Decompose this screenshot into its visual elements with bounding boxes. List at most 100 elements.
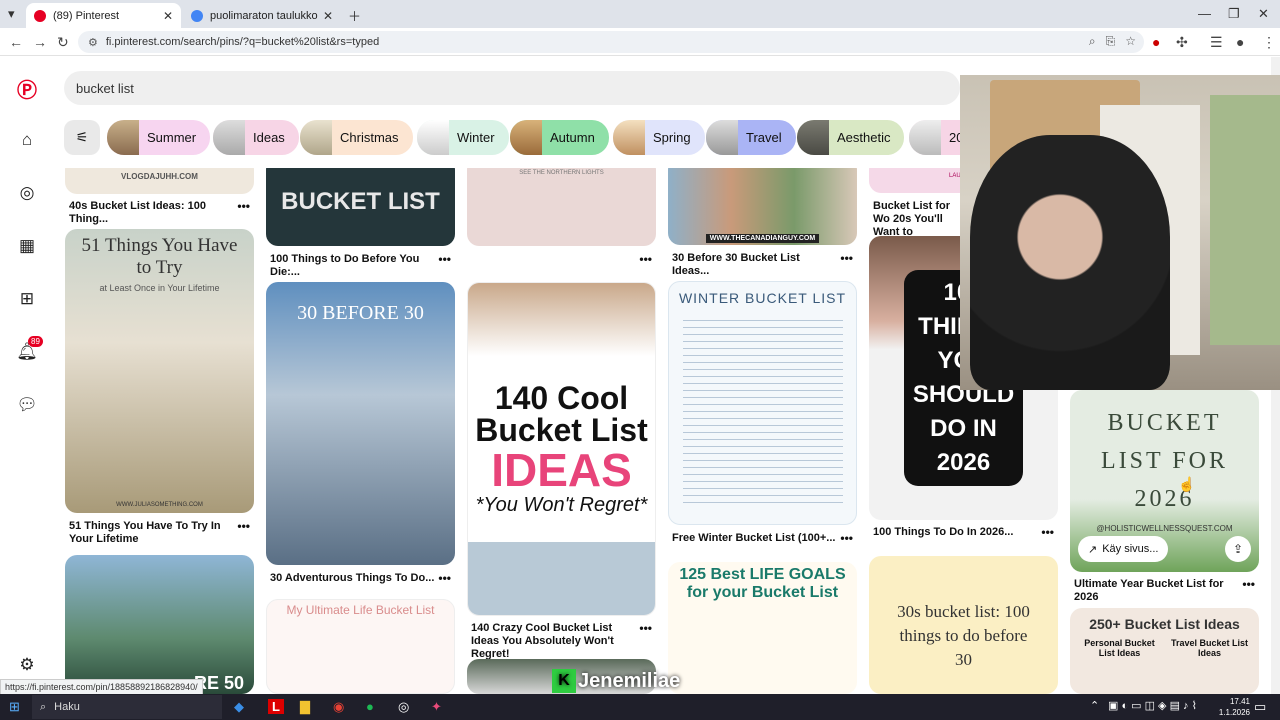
more-options-icon[interactable]: ••• (836, 252, 853, 278)
reading-list-icon[interactable]: ☰ (1210, 34, 1223, 51)
back-icon[interactable]: ← (9, 34, 23, 50)
spotify-icon[interactable]: ● (366, 699, 374, 714)
pin-image-text: 125 Best LIFE GOALS for your Bucket List (679, 566, 846, 601)
pin-card[interactable]: 30 BEFORE 30 (266, 282, 455, 565)
close-tab-icon[interactable]: ✕ (323, 9, 333, 23)
file-explorer-icon[interactable]: ▇ (300, 699, 310, 715)
pin-title: 40s Bucket List Ideas: 100 Thing... ••• (69, 199, 250, 226)
app-icon-2[interactable]: ✦ (431, 699, 442, 715)
pin-image-subtext: at Least Once in Your Lifetime (99, 283, 220, 293)
home-icon[interactable]: ⌂ (15, 128, 39, 152)
profile-avatar[interactable]: ● (1236, 34, 1244, 50)
site-info-icon[interactable]: ⚙ (88, 36, 98, 49)
pin-image-subtext-2: Travel Bucket List Ideas (1170, 638, 1249, 658)
pin-card[interactable]: 30s bucket list: 100 things to do before… (869, 556, 1058, 694)
chip-spring[interactable]: Spring (613, 120, 705, 155)
pin-card[interactable]: RE 50 (65, 555, 254, 694)
start-windows-icon[interactable]: ⊞ (9, 699, 20, 715)
chip-autumn[interactable]: Autumn (510, 120, 609, 155)
pinterest-logo-icon[interactable]: Ⓟ (15, 76, 39, 102)
pin-card[interactable]: BUCKET LIST (266, 168, 455, 246)
more-options-icon[interactable]: ••• (434, 572, 451, 585)
extension-red-icon[interactable]: ● (1152, 34, 1160, 50)
bookmark-star-icon[interactable]: ☆ (1125, 34, 1136, 49)
url-text: fi.pinterest.com/search/pins/?q=bucket%2… (105, 36, 380, 48)
zoom-icon[interactable]: ⌕ (1089, 34, 1096, 49)
pin-card[interactable]: 140 Cool Bucket List IDEAS *You Won't Re… (467, 282, 656, 616)
webcam-overlay (960, 75, 1280, 390)
pin-title: ••• (471, 253, 652, 266)
share-button[interactable]: ⇪ (1225, 536, 1251, 562)
chrome-icon[interactable]: ◉ (333, 699, 344, 715)
obs-icon[interactable]: ◎ (398, 699, 409, 715)
new-tab-icon[interactable]: ＋ (348, 6, 361, 25)
pin-card[interactable]: VLOGDAJUHH.COM (65, 168, 254, 194)
app-icon-l[interactable]: L (268, 699, 284, 714)
pin-image-big-text: IDEAS (491, 443, 632, 496)
pin-card[interactable]: 51 Things You Have to Try at Least Once … (65, 229, 254, 513)
filter-sliders-icon[interactable]: ⚟ (64, 120, 100, 155)
taskbar-search[interactable]: ⌕ Haku (32, 695, 222, 719)
chip-winter[interactable]: Winter (417, 120, 509, 155)
external-link-icon: ↗ (1088, 543, 1098, 556)
pin-card[interactable]: WWW.THECANADIANGUY.COM (668, 168, 857, 245)
tab-pinterest[interactable]: (89) Pinterest ✕ (26, 3, 181, 28)
chip-aesthetic[interactable]: Aesthetic (797, 120, 905, 155)
search-value: bucket list (76, 80, 134, 96)
tab-search-icon[interactable]: ▾ (8, 6, 15, 22)
minimize-icon[interactable]: — (1198, 6, 1211, 21)
pin-image-footer: @HOLISTICWELLNESSQUEST.COM (1096, 524, 1233, 533)
pin-image-subtext: *You Won't Regret* (475, 493, 648, 516)
chip-20[interactable]: 20 (909, 120, 960, 155)
pin-image-text: 250+ Bucket List Ideas (1089, 616, 1240, 632)
close-tab-icon[interactable]: ✕ (163, 9, 173, 23)
more-options-icon[interactable]: ••• (434, 253, 451, 279)
more-options-icon[interactable]: ••• (635, 253, 652, 266)
pin-image-text: WWW.THECANADIANGUY.COM (705, 234, 820, 243)
pin-image-subtext: Personal Bucket List Ideas (1084, 638, 1155, 658)
more-options-icon[interactable]: ••• (1037, 526, 1054, 539)
maximize-icon[interactable]: ❐ (1228, 6, 1240, 22)
search-input[interactable]: bucket list (64, 71, 960, 105)
more-options-icon[interactable]: ••• (635, 622, 652, 661)
close-window-icon[interactable]: ✕ (1258, 6, 1269, 22)
pin-image-text: 30s bucket list: 100 things to do before… (897, 602, 1030, 669)
more-options-icon[interactable]: ••• (1238, 578, 1255, 604)
chip-thumbnail (107, 120, 139, 155)
pin-card[interactable]: BUCKET LIST FOR 2026 @HOLISTICWELLNESSQU… (1070, 390, 1259, 572)
chip-travel[interactable]: Travel (706, 120, 796, 155)
pin-title: 140 Crazy Cool Bucket List Ideas You Abs… (471, 621, 652, 661)
pin-card[interactable]: SEE THE NORTHERN LIGHTS (467, 168, 656, 246)
google-favicon-icon (191, 9, 203, 22)
more-options-icon[interactable]: ••• (233, 520, 250, 546)
chip-summer[interactable]: Summer (107, 120, 211, 155)
pin-card[interactable]: 250+ Bucket List Ideas Personal Bucket L… (1070, 608, 1259, 694)
extensions-puzzle-icon[interactable]: ✣ (1176, 34, 1188, 51)
tab-bar: (89) Pinterest ✕ puolimaraton taulukko -… (0, 0, 1280, 28)
pin-card[interactable]: WINTER BUCKET LIST (668, 281, 857, 525)
chip-ideas[interactable]: Ideas (213, 120, 299, 155)
app-icon-1[interactable]: ◆ (234, 699, 244, 715)
reload-icon[interactable]: ↻ (57, 34, 69, 51)
visit-site-button[interactable]: ↗ Käy sivus... (1078, 536, 1169, 562)
notification-center-icon[interactable]: ▭ (1254, 699, 1266, 715)
tab-google-sheets[interactable]: puolimaraton taulukko - Googl ✕ (183, 3, 341, 28)
menu-icon[interactable]: ⋮ (1262, 34, 1276, 51)
taskbar-clock[interactable]: 17.41 1.1.2026 (1219, 696, 1250, 718)
tray-chevron-icon[interactable]: ⌃ (1090, 699, 1099, 712)
chip-christmas[interactable]: Christmas (300, 120, 413, 155)
pin-image-text: 30 BEFORE 30 (297, 302, 424, 324)
chip-thumbnail (909, 120, 941, 155)
chip-thumbnail (417, 120, 449, 155)
tray-icons[interactable]: ▣ ◐ ▭ ◫ ◈ ▤ ♪ ⌇ (1108, 699, 1197, 712)
filter-chips: ⚟ Summer Ideas Christmas Winter Autumn S… (64, 120, 960, 156)
forward-icon[interactable]: → (33, 34, 47, 50)
webcam-person (970, 135, 1170, 390)
search-icon: ⌕ (40, 700, 47, 713)
pin-card[interactable]: My Ultimate Life Bucket List (266, 599, 455, 694)
pin-card[interactable]: 125 Best LIFE GOALS for your Bucket List (668, 562, 857, 694)
address-bar[interactable]: ⚙ fi.pinterest.com/search/pins/?q=bucket… (78, 31, 1144, 53)
more-options-icon[interactable]: ••• (836, 532, 853, 545)
more-options-icon[interactable]: ••• (233, 200, 250, 226)
install-icon[interactable]: ⎘ (1106, 34, 1116, 49)
